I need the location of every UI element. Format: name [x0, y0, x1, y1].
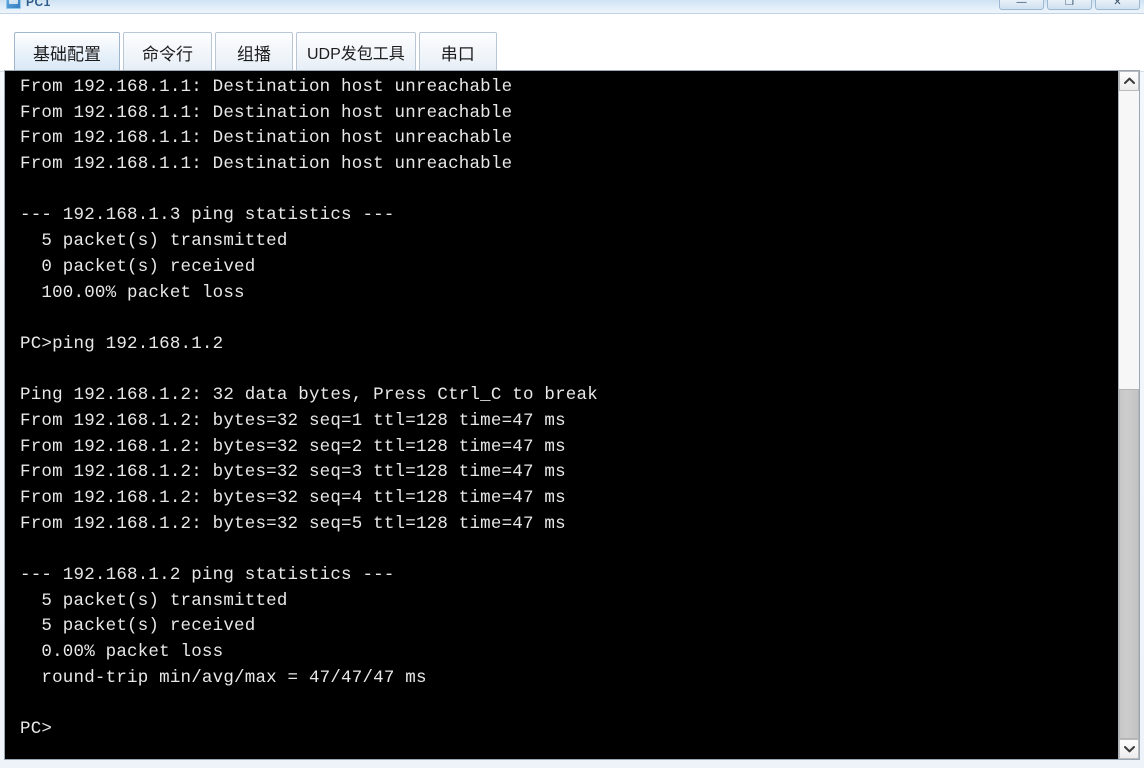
console-line: PC>: [20, 719, 53, 740]
console-line: From 192.168.1.2: bytes=32 seq=4 ttl=128…: [20, 488, 566, 508]
console-line: 5 packet(s) received: [20, 616, 256, 637]
console-line: From 192.168.1.2: bytes=32 seq=2 ttl=128…: [20, 436, 566, 457]
chevron-down-icon: [1123, 746, 1135, 753]
maximize-button[interactable]: ❐: [1047, 0, 1092, 10]
tab-basic-config-label: 基础配置: [33, 44, 101, 64]
minimize-button[interactable]: —: [999, 0, 1044, 10]
console-line: 0.00% packet loss: [20, 642, 224, 663]
tab-command-line[interactable]: 命令行: [123, 32, 212, 72]
window-title: PC1: [26, 0, 51, 9]
console-line: Ping 192.168.1.2: 32 data bytes, Press C…: [20, 385, 598, 406]
tab-udp-tool-label: UDP发包工具: [307, 46, 405, 63]
console-line: --- 192.168.1.2 ping statistics ---: [20, 565, 395, 586]
pc-device-icon: [6, 0, 21, 9]
console-line: From 192.168.1.1: Destination host unrea…: [20, 128, 513, 149]
tab-strip: 基础配置 命令行 组播 UDP发包工具 串口: [0, 14, 1144, 72]
close-icon: ✕: [1113, 0, 1122, 8]
console-line: From 192.168.1.1: Destination host unrea…: [20, 77, 513, 97]
tab-multicast-label: 组播: [237, 44, 271, 64]
console-panel: From 192.168.1.1: Destination host unrea…: [4, 70, 1140, 760]
close-button[interactable]: ✕: [1095, 0, 1140, 10]
console-scrollbar[interactable]: [1118, 71, 1139, 759]
window-titlebar: PC1 — ❐ ✕: [0, 0, 1144, 14]
console-line: From 192.168.1.1: Destination host unrea…: [20, 102, 513, 123]
window-controls: — ❐ ✕: [999, 0, 1140, 10]
scroll-down-button[interactable]: [1119, 739, 1139, 759]
console-line: PC>ping 192.168.1.2: [20, 333, 224, 354]
console-line: 5 packet(s) transmitted: [20, 231, 288, 252]
console-line: --- 192.168.1.3 ping statistics ---: [20, 205, 395, 226]
tab-multicast[interactable]: 组播: [215, 32, 293, 72]
window-title-group: PC1: [6, 0, 51, 9]
chevron-up-icon: [1123, 77, 1135, 84]
tab-udp-tool[interactable]: UDP发包工具: [296, 32, 416, 72]
console-line: 100.00% packet loss: [20, 282, 245, 303]
console-line: From 192.168.1.2: bytes=32 seq=5 ttl=128…: [20, 513, 566, 534]
scroll-up-button[interactable]: [1119, 71, 1139, 91]
tab-serial-port[interactable]: 串口: [418, 32, 497, 72]
pc-terminal-window: PC1 — ❐ ✕ 基础配置 命令行 组播 UDP发包工具 串口 From 19…: [0, 0, 1144, 768]
maximize-icon: ❐: [1065, 0, 1074, 8]
tab-list: 基础配置 命令行 组播 UDP发包工具 串口: [14, 30, 500, 72]
tab-command-line-label: 命令行: [142, 44, 193, 64]
tab-serial-port-label: 串口: [440, 44, 475, 64]
scrollbar-track[interactable]: [1119, 91, 1139, 739]
scrollbar-thumb[interactable]: [1119, 389, 1139, 739]
tab-basic-config[interactable]: 基础配置: [14, 32, 120, 72]
console-line: round-trip min/avg/max = 47/47/47 ms: [20, 667, 427, 688]
console-line: From 192.168.1.2: bytes=32 seq=1 ttl=128…: [20, 410, 566, 431]
console-line: 5 packet(s) transmitted: [20, 590, 288, 611]
console-line: 0 packet(s) received: [20, 256, 256, 277]
console-output[interactable]: From 192.168.1.1: Destination host unrea…: [5, 71, 1118, 759]
console-line: From 192.168.1.1: Destination host unrea…: [20, 154, 513, 175]
console-line: From 192.168.1.2: bytes=32 seq=3 ttl=128…: [20, 462, 566, 483]
minimize-icon: —: [1016, 0, 1027, 8]
window-bottom-strip: [0, 760, 1144, 768]
